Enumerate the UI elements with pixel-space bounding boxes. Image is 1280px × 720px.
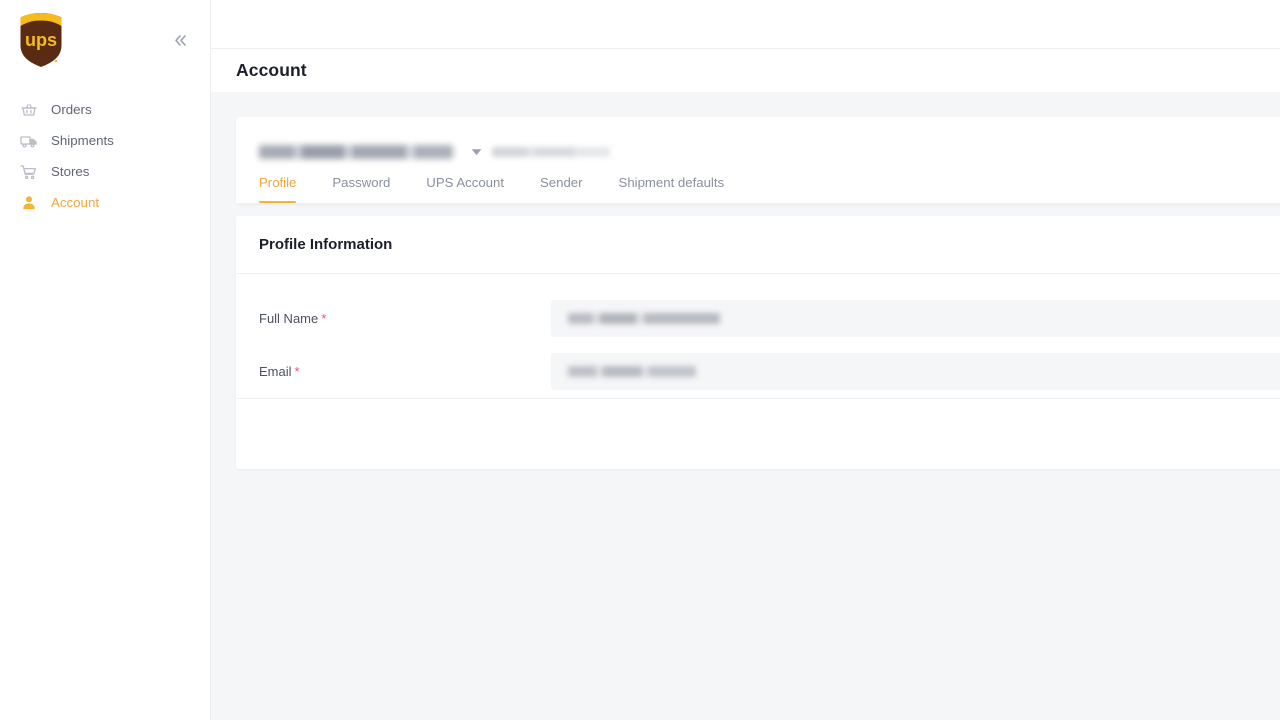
- tab-label: Password: [332, 175, 390, 190]
- required-marker: *: [321, 311, 326, 326]
- profile-section-header: Profile Information: [236, 216, 1280, 274]
- app-root: ups: [0, 0, 1280, 720]
- sidebar-item-account[interactable]: Account: [0, 187, 210, 218]
- truck-icon: [19, 131, 38, 150]
- email-value-redacted: [568, 366, 696, 377]
- sidebar-nav: Orders Shipments: [0, 94, 210, 218]
- basket-icon: [19, 100, 38, 119]
- sidebar-item-stores[interactable]: Stores: [0, 156, 210, 187]
- double-chevron-left-icon: [172, 32, 189, 49]
- page-title: Account: [236, 60, 307, 81]
- tab-label: Profile: [259, 175, 296, 190]
- tab-label: Sender: [540, 175, 583, 190]
- account-switcher[interactable]: [236, 117, 1280, 169]
- tab-profile[interactable]: Profile: [259, 169, 296, 203]
- sidebar-item-label: Shipments: [51, 133, 114, 148]
- page-header: Account: [211, 49, 1280, 92]
- sidebar-item-shipments[interactable]: Shipments: [0, 125, 210, 156]
- full-name-value-redacted: [568, 313, 720, 324]
- profile-form: Full Name* Email*: [236, 274, 1280, 398]
- account-name-redacted: [259, 145, 453, 159]
- tab-sender[interactable]: Sender: [540, 169, 583, 203]
- account-tabs-card: Profile Password UPS Account Sender Ship…: [236, 117, 1280, 204]
- section-title: Profile Information: [259, 236, 392, 253]
- user-icon: [19, 193, 38, 212]
- sidebar: ups: [0, 0, 211, 720]
- sidebar-item-label: Stores: [51, 164, 89, 179]
- top-bar: [211, 0, 1280, 49]
- sidebar-item-orders[interactable]: Orders: [0, 94, 210, 125]
- tab-shipment-defaults[interactable]: Shipment defaults: [619, 169, 725, 203]
- email-input[interactable]: [551, 353, 1280, 390]
- tab-label: Shipment defaults: [619, 175, 725, 190]
- caret-down-icon[interactable]: [471, 148, 482, 156]
- account-email-redacted: [492, 147, 610, 157]
- account-tabs: Profile Password UPS Account Sender Ship…: [236, 169, 1280, 204]
- label-text: Full Name: [259, 311, 318, 326]
- main-area: Account Profile: [211, 0, 1280, 720]
- profile-information-card: Profile Information Full Name* Email*: [236, 216, 1280, 469]
- tab-ups-account[interactable]: UPS Account: [426, 169, 504, 203]
- ups-logo-icon: ups: [18, 12, 64, 68]
- required-marker: *: [295, 364, 300, 379]
- content-area: Profile Password UPS Account Sender Ship…: [211, 92, 1280, 720]
- svg-text:ups: ups: [25, 30, 57, 50]
- label-text: Email: [259, 364, 292, 379]
- sidebar-header: ups: [0, 0, 210, 80]
- card-spacer: [236, 204, 1280, 216]
- sidebar-item-label: Orders: [51, 102, 92, 117]
- sidebar-item-label: Account: [51, 195, 99, 210]
- form-row-email: Email*: [236, 345, 1280, 398]
- cart-icon: [19, 162, 38, 181]
- email-label: Email*: [259, 364, 551, 379]
- full-name-input[interactable]: [551, 300, 1280, 337]
- ups-logo[interactable]: ups: [18, 12, 64, 68]
- form-footer: [236, 398, 1280, 469]
- form-row-full-name: Full Name*: [236, 292, 1280, 345]
- sidebar-collapse-button[interactable]: [166, 26, 194, 54]
- tab-label: UPS Account: [426, 175, 504, 190]
- tab-password[interactable]: Password: [332, 169, 390, 203]
- full-name-label: Full Name*: [259, 311, 551, 326]
